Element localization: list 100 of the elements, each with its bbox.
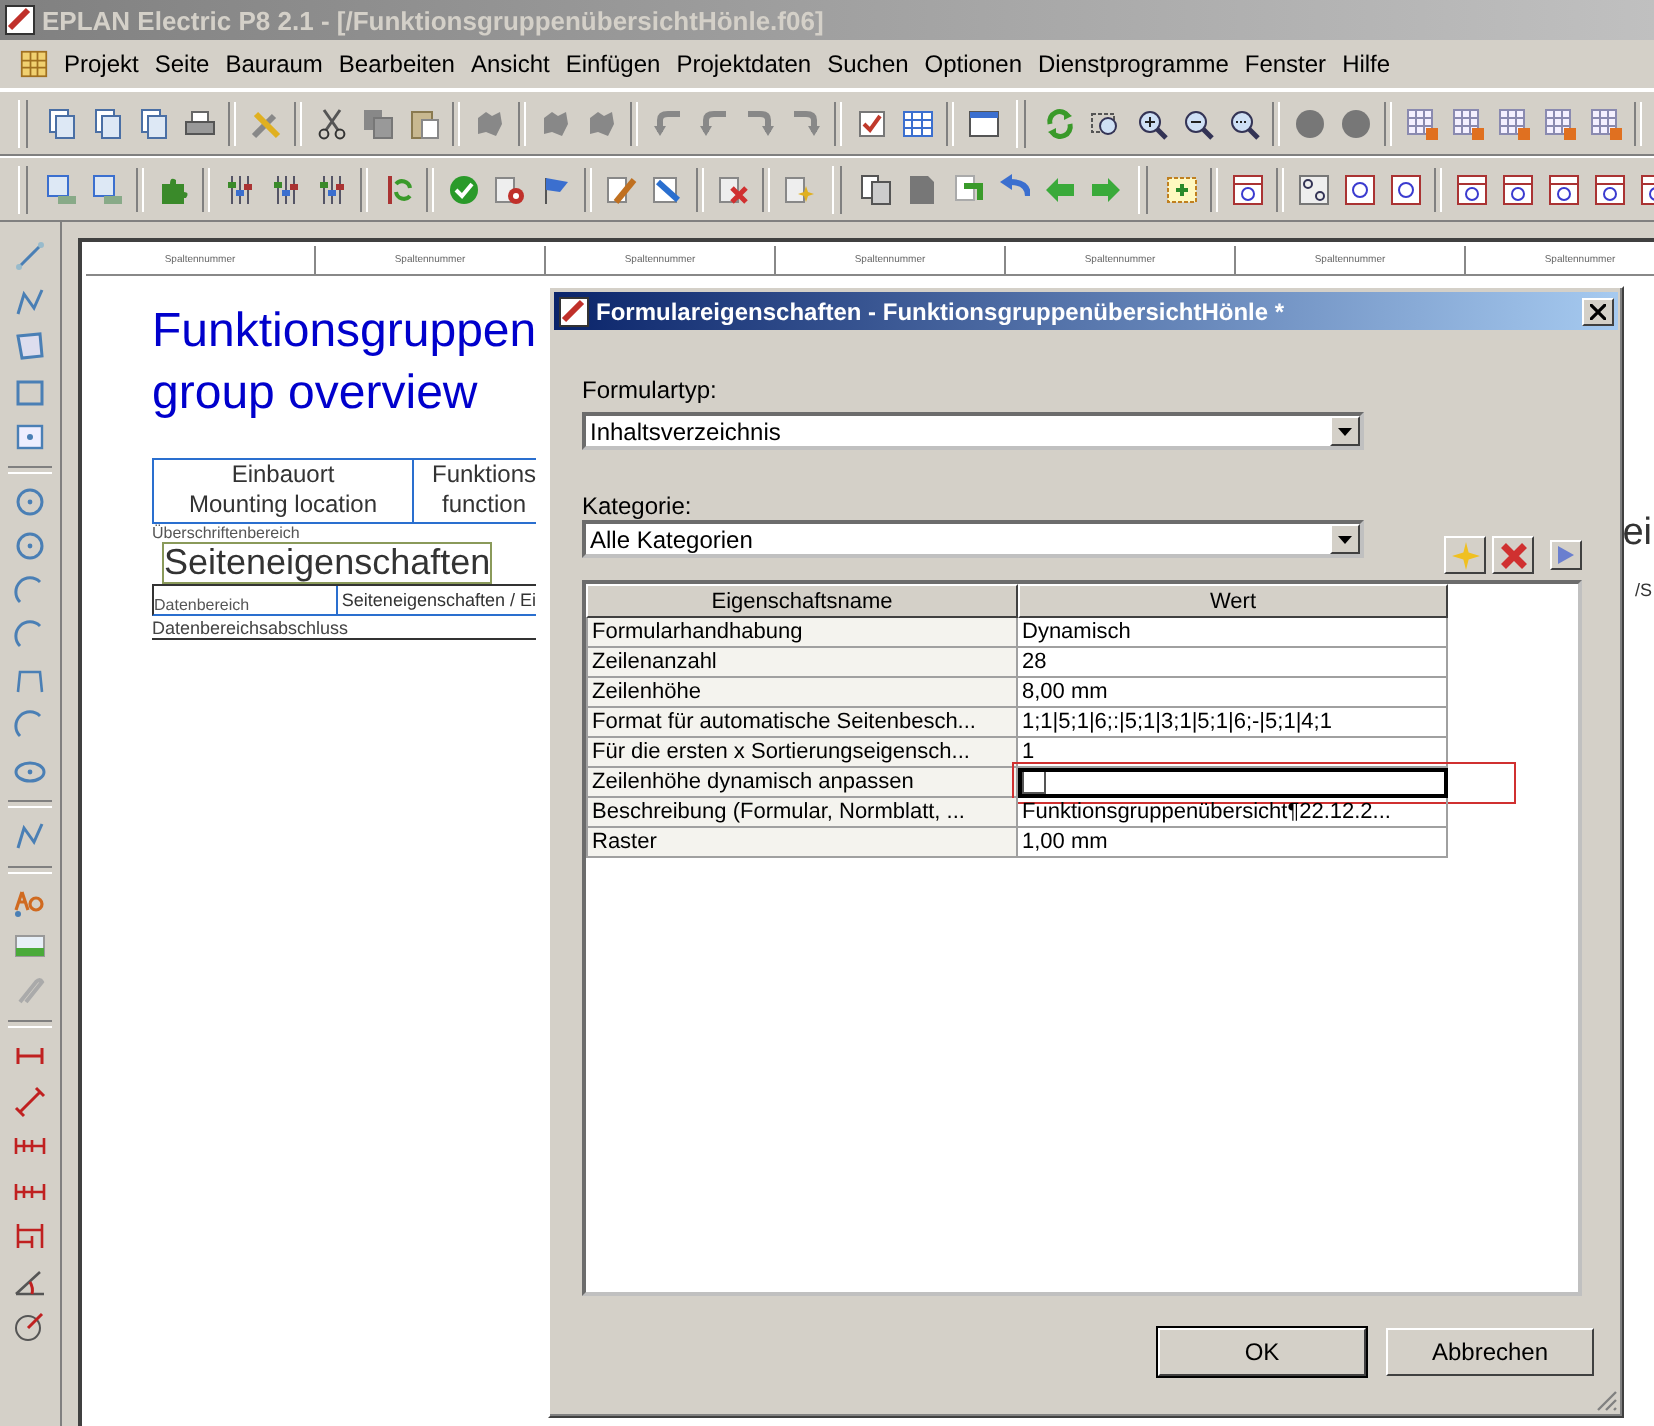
symbol-icon[interactable] bbox=[1547, 173, 1579, 205]
arc-icon[interactable] bbox=[14, 620, 46, 653]
menu-item[interactable]: Hilfe bbox=[1334, 46, 1399, 82]
menu-item[interactable]: Optionen bbox=[916, 46, 1030, 82]
menu-item[interactable]: Projektdaten bbox=[668, 46, 820, 82]
menu-item[interactable]: Dienstprogramme bbox=[1030, 46, 1237, 82]
redo-icon[interactable] bbox=[789, 107, 821, 139]
property-value[interactable]: 1 bbox=[1018, 738, 1448, 768]
grid-icon[interactable] bbox=[1543, 107, 1575, 139]
menu-item[interactable]: Suchen bbox=[819, 46, 917, 82]
polyline-icon[interactable] bbox=[14, 820, 46, 853]
property-name[interactable]: Formularhandhabung bbox=[586, 618, 1018, 648]
form-type-dropdown[interactable]: Inhaltsverzeichnis bbox=[582, 412, 1364, 450]
table-icon[interactable] bbox=[901, 107, 933, 139]
page-icon[interactable] bbox=[45, 173, 77, 205]
left-arrow-icon[interactable] bbox=[1043, 173, 1075, 205]
fader-icon[interactable] bbox=[269, 173, 301, 205]
grid-icon[interactable] bbox=[1497, 107, 1529, 139]
refresh-icon[interactable] bbox=[1043, 107, 1075, 139]
column-header[interactable]: Wert bbox=[1018, 584, 1448, 618]
document-icon[interactable] bbox=[91, 107, 123, 139]
property-value[interactable]: 1,00 mm bbox=[1018, 828, 1448, 858]
property-value[interactable]: Dynamisch bbox=[1018, 618, 1448, 648]
dimension-icon[interactable] bbox=[14, 1220, 46, 1253]
circle-icon[interactable] bbox=[14, 485, 46, 518]
line-icon[interactable] bbox=[14, 240, 46, 273]
menu-item[interactable]: Bearbeiten bbox=[330, 46, 463, 82]
ok-button[interactable]: OK bbox=[1158, 1328, 1366, 1376]
menu-item[interactable]: Projekt bbox=[56, 46, 147, 82]
symbol-icon[interactable] bbox=[1501, 173, 1533, 205]
zoom-in-icon[interactable] bbox=[1135, 107, 1167, 139]
fader-icon[interactable] bbox=[315, 173, 347, 205]
circle-icon[interactable] bbox=[14, 530, 46, 563]
arrow-icon[interactable] bbox=[651, 173, 683, 205]
delete-icon[interactable] bbox=[717, 173, 749, 205]
angle-icon[interactable] bbox=[14, 1265, 46, 1298]
dimension-icon[interactable] bbox=[14, 1085, 46, 1118]
play-button[interactable] bbox=[1550, 540, 1582, 570]
property-name[interactable]: Format für automatische Seitenbesch... bbox=[586, 708, 1018, 738]
document-icon[interactable] bbox=[137, 107, 169, 139]
rectangle-icon[interactable] bbox=[14, 375, 46, 408]
property-name[interactable]: Zeilenanzahl bbox=[586, 648, 1018, 678]
pages-icon[interactable] bbox=[859, 173, 891, 205]
page-icon[interactable] bbox=[905, 173, 937, 205]
gear-icon[interactable] bbox=[493, 173, 525, 205]
property-name[interactable]: Zeilenhöhe dynamisch anpassen bbox=[586, 768, 1018, 798]
scissors-icon[interactable] bbox=[315, 107, 347, 139]
arc-icon[interactable] bbox=[14, 575, 46, 608]
circle-icon[interactable] bbox=[1293, 107, 1325, 139]
node-icon[interactable] bbox=[1343, 173, 1375, 205]
window-icon[interactable] bbox=[967, 107, 999, 139]
menu-item[interactable]: Fenster bbox=[1236, 46, 1335, 82]
menu-item[interactable]: Bauraum bbox=[217, 46, 331, 82]
check-circle-icon[interactable] bbox=[447, 173, 479, 205]
menu-item[interactable]: Seite bbox=[146, 46, 218, 82]
grid-icon[interactable] bbox=[1589, 107, 1621, 139]
new-button[interactable] bbox=[1444, 536, 1486, 574]
symbol-icon[interactable] bbox=[1231, 173, 1263, 205]
checkbox-icon[interactable] bbox=[855, 107, 887, 139]
rectangle-icon[interactable] bbox=[14, 420, 46, 453]
flag-icon[interactable] bbox=[539, 173, 571, 205]
redo-icon[interactable] bbox=[743, 107, 775, 139]
node-icon[interactable] bbox=[1389, 173, 1421, 205]
right-arrow-icon[interactable] bbox=[1089, 173, 1121, 205]
zoom-out-icon[interactable] bbox=[1181, 107, 1213, 139]
column-header[interactable]: Eigenschaftsname bbox=[586, 584, 1018, 618]
menu-item[interactable]: Einfügen bbox=[557, 46, 669, 82]
menu-item[interactable]: Ansicht bbox=[462, 46, 558, 82]
property-name[interactable]: Beschreibung (Formular, Normblatt, ... bbox=[586, 798, 1018, 828]
close-button[interactable] bbox=[1582, 297, 1614, 325]
symbol-icon[interactable] bbox=[1455, 173, 1487, 205]
page-icon[interactable] bbox=[91, 173, 123, 205]
resize-grip-icon[interactable] bbox=[1594, 1388, 1618, 1412]
image-icon[interactable] bbox=[14, 930, 46, 963]
polygon-icon[interactable] bbox=[14, 330, 46, 363]
property-value[interactable]: 1;1|5;1|6;:|5;1|3;1|5;1|6;-|5;1|4;1 bbox=[1018, 708, 1448, 738]
undo-icon[interactable] bbox=[651, 107, 683, 139]
grid-icon[interactable] bbox=[20, 50, 48, 78]
document-icon[interactable] bbox=[45, 107, 77, 139]
property-value-cell[interactable] bbox=[1018, 768, 1448, 798]
symbol-icon[interactable] bbox=[1593, 173, 1625, 205]
zoom-window-icon[interactable] bbox=[1089, 107, 1121, 139]
circle-icon[interactable] bbox=[1339, 107, 1371, 139]
frame-icon[interactable] bbox=[1165, 173, 1197, 205]
property-name[interactable]: Zeilenhöhe bbox=[586, 678, 1018, 708]
property-value[interactable]: 28 bbox=[1018, 648, 1448, 678]
clipboard-icon[interactable] bbox=[407, 107, 439, 139]
shape-icon[interactable] bbox=[473, 107, 505, 139]
cancel-button[interactable]: Abbrechen bbox=[1386, 1328, 1594, 1376]
radius-icon[interactable] bbox=[14, 1310, 46, 1343]
pencil-icon[interactable] bbox=[605, 173, 637, 205]
shape-icon[interactable] bbox=[585, 107, 617, 139]
polyline-icon[interactable] bbox=[14, 285, 46, 318]
delete-button[interactable] bbox=[1492, 536, 1534, 574]
checkbox[interactable] bbox=[1022, 770, 1046, 795]
text-tool-icon[interactable] bbox=[14, 885, 46, 918]
category-dropdown[interactable]: Alle Kategorien bbox=[582, 520, 1364, 558]
property-name[interactable]: Für die ersten x Sortierungseigensch... bbox=[586, 738, 1018, 768]
fader-icon[interactable] bbox=[223, 173, 255, 205]
undo-icon[interactable] bbox=[697, 107, 729, 139]
